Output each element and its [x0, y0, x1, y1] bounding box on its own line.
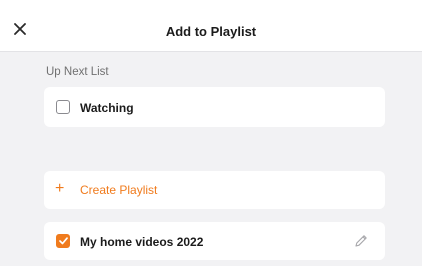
dialog-title: Add to Playlist: [165, 24, 257, 39]
up-next-section-label: Up Next List: [46, 66, 109, 78]
plus-icon: +: [55, 180, 65, 197]
create-playlist-button[interactable]: + Create Playlist: [44, 171, 385, 209]
dialog-header: Add to Playlist: [0, 0, 422, 52]
create-playlist-label: Create Playlist: [80, 183, 158, 197]
up-next-item-label: Watching: [80, 101, 134, 115]
watching-checkbox[interactable]: [56, 100, 70, 114]
playlist-item-label: My home videos 2022: [80, 235, 204, 249]
up-next-item-watching[interactable]: Watching: [44, 87, 385, 127]
checkmark-icon: [58, 237, 68, 245]
playlist-item[interactable]: My home videos 2022: [44, 222, 385, 260]
pencil-icon[interactable]: [353, 233, 369, 249]
playlist-checkbox[interactable]: [56, 234, 70, 248]
